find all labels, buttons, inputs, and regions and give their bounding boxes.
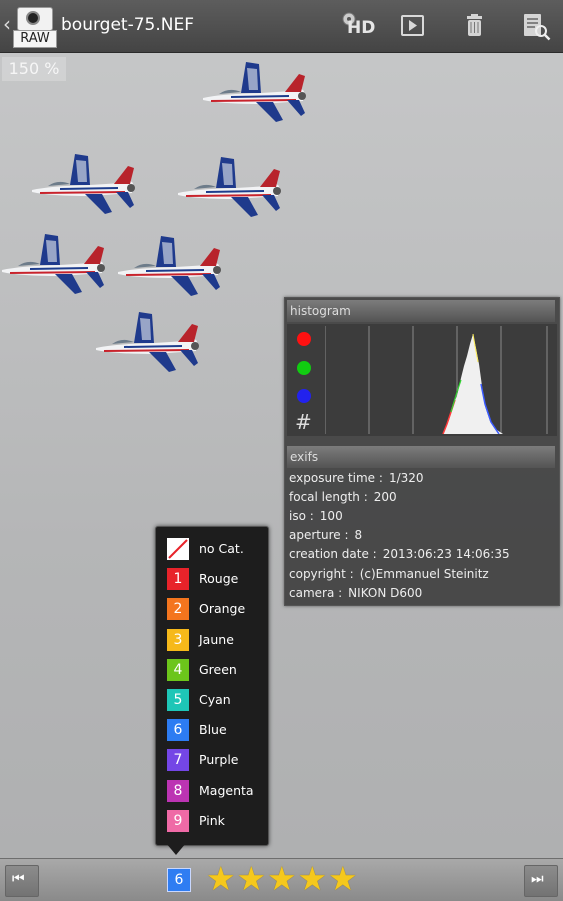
exif-label: creation date : xyxy=(289,547,377,562)
category-label: Pink xyxy=(199,812,225,828)
info-panel: histogram # exifs exposure time : 1/320 fo… xyxy=(284,297,560,606)
exif-label: focal length : xyxy=(289,490,368,505)
exif-row: creation date : 2013:06:23 14:06:35 xyxy=(289,547,510,561)
red-channel-toggle[interactable] xyxy=(297,332,311,346)
exif-row: iso : 100 xyxy=(289,509,343,523)
next-image-button[interactable]: ⏭ xyxy=(524,865,558,897)
green-channel-toggle[interactable] xyxy=(297,361,311,375)
category-item[interactable]: 5 Cyan xyxy=(167,688,267,712)
exif-value: 1/320 xyxy=(388,471,424,485)
exif-value: 2013:06:23 14:06:35 xyxy=(382,547,510,562)
exif-row: exposure time : 1/320 xyxy=(289,471,424,485)
exif-value: 200 xyxy=(373,490,397,505)
exif-label: copyright : xyxy=(289,566,354,581)
exif-search-icon[interactable] xyxy=(520,9,554,43)
category-label: Blue xyxy=(199,722,227,738)
category-swatch: 6 xyxy=(167,719,189,742)
category-item[interactable]: 8 Magenta xyxy=(167,779,267,803)
category-item[interactable]: 4 Green xyxy=(167,658,267,682)
category-item[interactable]: 1 Rouge xyxy=(167,567,267,591)
category-item[interactable]: 2 Orange xyxy=(167,597,267,621)
category-label: Purple xyxy=(199,752,239,768)
category-label: Green xyxy=(199,661,237,677)
category-menu: no Cat. 1 Rouge 2 Orange 3 Jaune 4 Green 5 Cyan 6 Bl… xyxy=(155,526,269,846)
exif-value: (c)Emmanuel Steinitz xyxy=(359,566,489,581)
exif-row: copyright : (c)Emmanuel Steinitz xyxy=(289,567,489,581)
next-icon: ⏭ xyxy=(531,871,544,887)
category-label: Magenta xyxy=(199,782,254,798)
star-icon[interactable]: ★ xyxy=(267,860,297,898)
exif-row: camera : NIKON D600 xyxy=(289,586,422,600)
blue-channel-toggle[interactable] xyxy=(297,389,311,403)
no-category-icon xyxy=(167,538,189,560)
previous-icon: ⏮ xyxy=(12,871,25,887)
exif-value: NIKON D600 xyxy=(348,585,423,600)
camera-raw-icon[interactable]: RAW xyxy=(13,4,57,48)
jet xyxy=(2,234,105,294)
category-label: Cyan xyxy=(199,692,231,707)
hd-icon[interactable]: HD xyxy=(339,9,376,43)
category-item[interactable]: 9 Pink xyxy=(167,809,267,833)
previous-image-button[interactable]: ⏮ xyxy=(5,865,39,897)
grid-icon[interactable]: # xyxy=(295,410,312,434)
histogram: # xyxy=(287,324,557,436)
jet xyxy=(96,312,199,372)
category-swatch: 7 xyxy=(167,749,189,772)
histogram-graph xyxy=(325,326,548,434)
category-item[interactable]: 6 Blue xyxy=(167,718,267,742)
file-name-title: bourget-75.NEF xyxy=(61,15,194,35)
exif-label: exposure time : xyxy=(289,471,383,485)
jet xyxy=(203,62,306,122)
trash-icon[interactable] xyxy=(459,9,493,43)
exif-value: 100 xyxy=(319,509,343,524)
category-swatch: 3 xyxy=(167,628,189,651)
jet xyxy=(178,157,281,217)
exif-label: iso : xyxy=(289,509,314,524)
back-icon[interactable]: ‹ xyxy=(3,12,11,36)
raw-badge: RAW xyxy=(13,30,57,48)
exif-value: 8 xyxy=(354,528,363,543)
exif-row: focal length : 200 xyxy=(289,490,397,504)
top-toolbar: ‹ RAW bourget-75.NEF HD xyxy=(0,0,563,53)
exif-label: aperture : xyxy=(289,528,349,543)
category-swatch: 1 xyxy=(167,568,189,591)
star-icon[interactable]: ★ xyxy=(237,860,267,898)
bottom-toolbar: ⏮ 6 ★ ★ ★ ★ ★ ⏭ xyxy=(0,858,563,901)
category-item[interactable]: 3 Jaune xyxy=(167,628,267,652)
star-icon[interactable]: ★ xyxy=(206,860,236,898)
play-icon[interactable] xyxy=(398,9,432,43)
category-menu-pointer xyxy=(166,843,186,855)
jet xyxy=(32,154,135,214)
exif-row: aperture : 8 xyxy=(289,528,362,542)
category-item[interactable]: 7 Purple xyxy=(167,748,267,772)
zoom-level: 150 % xyxy=(2,57,66,81)
category-swatch: 9 xyxy=(167,809,189,832)
star-icon[interactable]: ★ xyxy=(298,860,328,898)
category-swatch: 4 xyxy=(167,658,189,681)
hd-label: HD xyxy=(347,18,376,38)
exifs-header: exifs xyxy=(287,446,555,468)
histogram-header: histogram xyxy=(287,300,555,322)
category-label: no Cat. xyxy=(199,541,244,556)
category-item[interactable]: no Cat. xyxy=(167,537,267,561)
category-badge[interactable]: 6 xyxy=(167,868,191,892)
star-icon[interactable]: ★ xyxy=(328,860,358,898)
category-label: Orange xyxy=(199,601,246,617)
jet xyxy=(118,236,221,296)
category-swatch: 8 xyxy=(167,779,189,802)
category-swatch: 5 xyxy=(167,689,189,711)
category-label: Jaune xyxy=(199,631,234,647)
category-swatch: 2 xyxy=(167,598,189,621)
exif-label: camera : xyxy=(289,585,343,600)
category-label: Rouge xyxy=(199,571,239,587)
